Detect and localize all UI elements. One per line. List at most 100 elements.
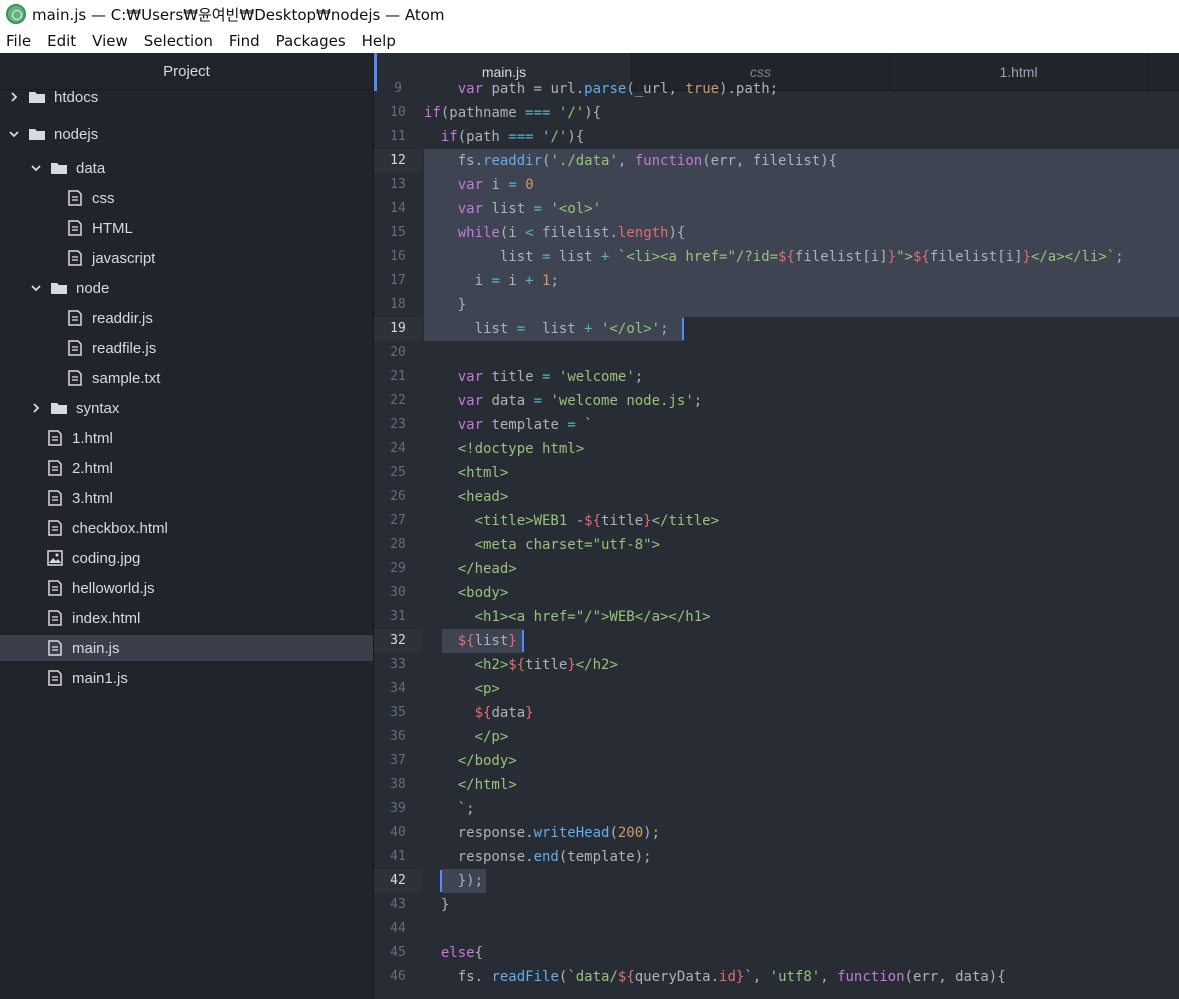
tree-folder[interactable]: data <box>0 155 373 181</box>
project-tree-panel: Project htdocs nodejs data css HTML javascrip… <box>0 53 374 999</box>
file-text-icon <box>66 190 84 206</box>
code-line: 18 } <box>374 293 1179 317</box>
tree-file[interactable]: main.js <box>0 635 373 661</box>
file-text-icon <box>66 250 84 266</box>
file-text-icon <box>66 310 84 326</box>
menu-help[interactable]: Help <box>362 32 396 50</box>
line-number: 9 <box>394 81 402 96</box>
tree-file[interactable]: helloworld.js <box>0 575 373 601</box>
tree-file[interactable]: 3.html <box>0 485 373 511</box>
line-number: 35 <box>390 705 406 720</box>
tree-file[interactable]: sample.txt <box>0 365 373 391</box>
code-line: 30 <body> <box>374 581 1179 605</box>
code-line: 41 response.end(template); <box>374 845 1179 869</box>
code-line: 13 var i = 0 <box>374 173 1179 197</box>
line-number: 21 <box>390 369 406 384</box>
tree-item-label: main1.js <box>72 669 128 687</box>
tree-file[interactable]: coding.jpg <box>0 545 373 571</box>
tree-folder[interactable]: nodejs <box>0 121 373 147</box>
text-cursor <box>522 630 524 652</box>
chevron-right-icon[interactable] <box>30 402 42 414</box>
tree-file[interactable]: readfile.js <box>0 335 373 361</box>
file-text-icon <box>66 370 84 386</box>
file-text-icon <box>66 220 84 236</box>
tree-file[interactable]: css <box>0 185 373 211</box>
tree-file[interactable]: 1.html <box>0 425 373 451</box>
menu-view[interactable]: View <box>92 32 128 50</box>
tree-item-label: sample.txt <box>92 369 161 387</box>
tree-item-label: 2.html <box>72 459 113 477</box>
tree-file[interactable]: 2.html <box>0 455 373 481</box>
chevron-down-icon[interactable] <box>30 282 42 294</box>
line-number: 33 <box>390 657 406 672</box>
line-number: 40 <box>390 825 406 840</box>
tree-item-label: htdocs <box>54 88 99 106</box>
tree-folder[interactable]: htdocs <box>0 84 373 110</box>
code-text: <meta charset="utf-8"> <box>424 537 661 553</box>
menu-edit[interactable]: Edit <box>47 32 76 50</box>
chevron-down-icon[interactable] <box>30 162 42 174</box>
tree-file[interactable]: checkbox.html <box>0 515 373 541</box>
code-line: 9 var path = url.parse(_url, true).path; <box>374 77 1179 101</box>
tree-file[interactable]: HTML <box>0 215 373 241</box>
code-text: i = i + 1; <box>424 273 559 289</box>
menu-packages[interactable]: Packages <box>276 32 346 50</box>
text-cursor <box>682 318 684 340</box>
file-text-icon <box>46 490 64 506</box>
image-file-icon <box>46 550 64 566</box>
code-line: 25 <html> <box>374 461 1179 485</box>
editor-pane: main.js css 1.html 9 var path = url.pars… <box>374 53 1179 999</box>
tree-file[interactable]: index.html <box>0 605 373 631</box>
code-line: 35 ${data} <box>374 701 1179 725</box>
code-text: <!doctype html> <box>424 441 585 457</box>
folder-icon <box>50 400 68 416</box>
tree-item-label: index.html <box>72 609 141 627</box>
line-number: 11 <box>390 129 406 144</box>
code-line: 23 var template = ` <box>374 413 1179 437</box>
line-number: 18 <box>390 297 406 312</box>
code-line: 20 <box>374 341 1179 365</box>
line-number: 13 <box>390 177 406 192</box>
code-editor[interactable]: 9 var path = url.parse(_url, true).path;… <box>374 81 1179 999</box>
code-line: 28 <meta charset="utf-8"> <box>374 533 1179 557</box>
tree-item-label: javascript <box>92 249 156 267</box>
code-line: 24 <!doctype html> <box>374 437 1179 461</box>
tree-folder[interactable]: syntax <box>0 395 373 421</box>
code-line: 37 </body> <box>374 749 1179 773</box>
tree-file[interactable]: javascript <box>0 245 373 271</box>
line-number: 41 <box>390 849 406 864</box>
code-text: </p> <box>424 729 509 745</box>
code-line: 42 }); <box>374 869 1179 893</box>
line-number: 46 <box>390 969 406 984</box>
code-text: `; <box>424 801 475 817</box>
chevron-down-icon[interactable] <box>8 128 20 140</box>
code-line: 32 ${list} <box>374 629 1179 653</box>
code-text: <html> <box>424 465 509 481</box>
line-number: 20 <box>390 345 406 360</box>
line-number: 25 <box>390 465 406 480</box>
tree-file[interactable]: main1.js <box>0 665 373 691</box>
title-bar: main.js — C:₩Users₩윤여빈₩Desktop₩nodejs — … <box>0 0 1179 28</box>
line-number: 42 <box>374 869 422 893</box>
tree-item-label: nodejs <box>54 125 99 143</box>
menu-bar: File Edit View Selection Find Packages H… <box>0 28 1179 53</box>
line-number: 36 <box>390 729 406 744</box>
menu-find[interactable]: Find <box>229 32 260 50</box>
code-line: 27 <title>WEB1 -${title}</title> <box>374 509 1179 533</box>
tree-file[interactable]: readdir.js <box>0 305 373 331</box>
code-text: if(path === '/'){ <box>440 129 585 145</box>
code-line: 38 </html> <box>374 773 1179 797</box>
code-line: 46 fs. readFile(`data/${queryData.id}`, … <box>374 965 1179 989</box>
code-line: 10 if(pathname === '/'){ <box>374 101 1179 125</box>
chevron-right-icon[interactable] <box>8 91 20 103</box>
menu-file[interactable]: File <box>6 32 31 50</box>
line-number: 17 <box>390 273 406 288</box>
tree-folder[interactable]: node <box>0 275 373 301</box>
code-text: }); <box>424 873 484 889</box>
line-number: 12 <box>374 149 422 173</box>
line-number: 27 <box>390 513 406 528</box>
code-text: list = list + `<li><a href="/?id=${filel… <box>424 249 1124 265</box>
code-text: if(pathname === '/'){ <box>424 105 602 121</box>
menu-selection[interactable]: Selection <box>144 32 213 50</box>
code-text: <body> <box>424 585 509 601</box>
